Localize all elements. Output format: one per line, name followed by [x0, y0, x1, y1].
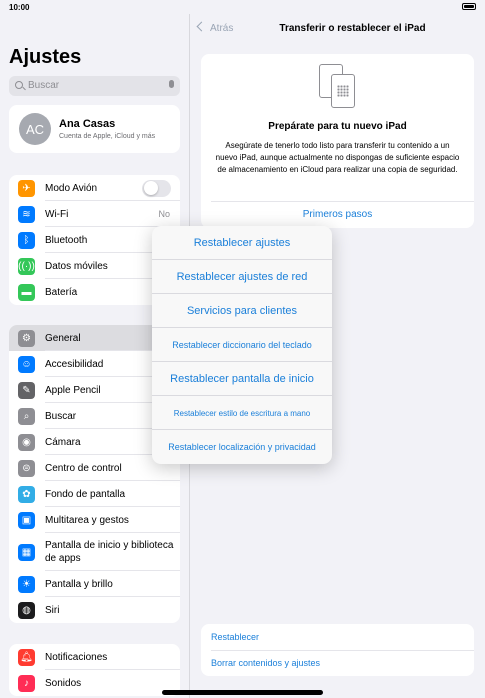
menu-item-reset-handwriting[interactable]: Restablecer estilo de escritura a mano	[152, 396, 332, 430]
avatar: AC	[19, 113, 51, 145]
reset-options-menu: Restablecer ajustes Restablecer ajustes …	[152, 226, 332, 464]
bell-icon: 🔔︎	[18, 648, 35, 666]
ipad-transfer-icon	[319, 64, 357, 110]
sidebar-item-label: Wi-Fi	[45, 208, 69, 220]
search-icon: ⌕	[18, 407, 35, 425]
sidebar-item-label: Modo Avión	[45, 182, 98, 194]
prepare-new-ipad-card: Prepárate para tu nuevo iPad Asegúrate d…	[201, 54, 474, 228]
sun-icon: ☀	[18, 575, 35, 593]
battery-status-icon	[462, 3, 476, 10]
menu-item-reset-network[interactable]: Restablecer ajustes de red	[152, 260, 332, 294]
sidebar-item-sonidos[interactable]: ♪ Sonidos	[9, 670, 180, 696]
sidebar-title: Ajustes	[9, 46, 82, 68]
sidebar-item-label: Centro de control	[45, 462, 122, 474]
menu-item-reset-keyboard-dictionary[interactable]: Restablecer diccionario del teclado	[152, 328, 332, 362]
sidebar-item-label: Multitarea y gestos	[45, 514, 129, 526]
airplane-icon: ✈	[18, 179, 35, 197]
sidebar-item-multitarea[interactable]: ▣ Multitarea y gestos	[9, 507, 180, 533]
sidebar-item-wifi[interactable]: ≋ Wi-Fi No	[9, 201, 180, 227]
reset-button[interactable]: Restablecer	[211, 632, 259, 642]
wifi-status: No	[158, 209, 170, 219]
sidebar-item-modo-avion[interactable]: ✈ Modo Avión	[9, 175, 180, 201]
airplane-mode-toggle[interactable]	[142, 179, 171, 197]
sidebar-item-label: Notificaciones	[45, 651, 108, 663]
search-icon	[15, 81, 23, 89]
bluetooth-icon: ᛒ	[18, 231, 35, 249]
speaker-icon: ♪	[18, 674, 35, 692]
sidebar-item-siri[interactable]: ◍ Siri	[9, 597, 180, 623]
home-screen-icon: ▦	[18, 543, 35, 561]
microphone-icon[interactable]	[169, 80, 174, 88]
siri-icon: ◍	[18, 601, 35, 619]
sidebar-item-label: Sonidos	[45, 677, 82, 689]
search-input[interactable]: Buscar	[9, 76, 180, 96]
sidebar-item-fondo-de-pantalla[interactable]: ✿ Fondo de pantalla	[9, 481, 180, 507]
menu-item-reset-location-privacy[interactable]: Restablecer localización y privacidad	[152, 430, 332, 464]
prepare-description: Asegúrate de tenerlo todo listo para tra…	[215, 141, 460, 174]
flower-icon: ✿	[18, 485, 35, 503]
sidebar-item-pantalla-y-brillo[interactable]: ☀ Pantalla y brillo	[9, 571, 180, 597]
sidebar-item-label: Siri	[45, 604, 60, 616]
gear-icon: ⚙	[18, 329, 35, 347]
sidebar-item-pantalla-de-inicio[interactable]: ▦ Pantalla de inicio y biblioteca de app…	[9, 533, 180, 571]
camera-icon: ◉	[18, 433, 35, 451]
divider	[211, 201, 474, 202]
battery-icon: ▬	[18, 283, 35, 301]
multitask-icon: ▣	[18, 511, 35, 529]
home-indicator[interactable]	[162, 690, 323, 695]
divider	[211, 650, 474, 651]
detail-nav-bar: Atrás Transferir o restablecer el iPad	[190, 14, 485, 44]
pencil-icon: ✎	[18, 381, 35, 399]
sidebar-item-label: Pantalla de inicio y biblioteca de apps	[45, 540, 174, 564]
sidebar-item-label: Pantalla y brillo	[45, 578, 113, 590]
switches-icon: ⊜	[18, 459, 35, 477]
accessibility-icon: ☺	[18, 355, 35, 373]
sidebar-item-label: Fondo de pantalla	[45, 488, 126, 500]
menu-item-reset-home-screen[interactable]: Restablecer pantalla de inicio	[152, 362, 332, 396]
search-placeholder: Buscar	[28, 80, 60, 91]
menu-item-customer-services[interactable]: Servicios para clientes	[152, 294, 332, 328]
profile-name: Ana Casas	[59, 118, 116, 130]
page-title: Transferir o restablecer el iPad	[279, 23, 426, 34]
erase-all-button[interactable]: Borrar contenidos y ajustes	[211, 658, 320, 668]
reset-options-card: Restablecer Borrar contenidos y ajustes	[201, 624, 474, 676]
sidebar-item-notificaciones[interactable]: 🔔︎ Notificaciones	[9, 644, 180, 670]
menu-item-reset-settings[interactable]: Restablecer ajustes	[152, 226, 332, 260]
status-bar: 10:00	[0, 0, 485, 14]
notifications-group: 🔔︎ Notificaciones ♪ Sonidos	[9, 644, 180, 696]
profile-subtitle: Cuenta de Apple, iCloud y más	[59, 133, 156, 140]
antenna-icon: ((·))	[18, 257, 35, 275]
status-time: 10:00	[9, 3, 30, 12]
prepare-title: Prepárate para tu nuevo iPad	[268, 121, 407, 132]
wifi-icon: ≋	[18, 205, 35, 223]
apple-account-card[interactable]: AC Ana Casas Cuenta de Apple, iCloud y m…	[9, 105, 180, 153]
get-started-button[interactable]: Primeros pasos	[201, 209, 474, 220]
